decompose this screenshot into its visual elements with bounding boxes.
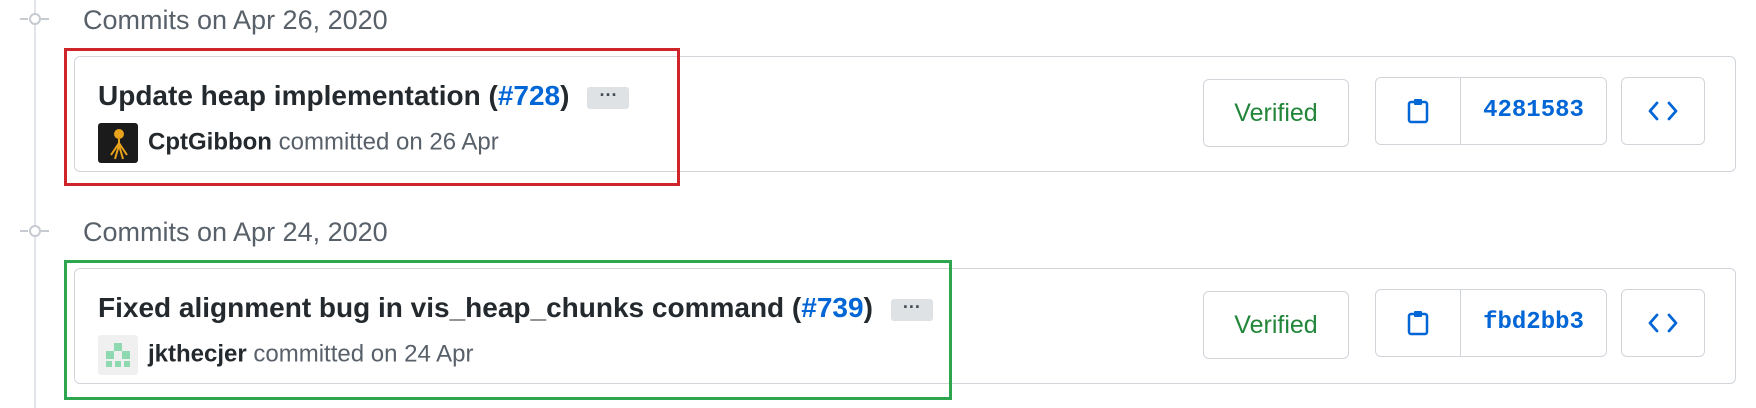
highlight-box-second-commit — [64, 260, 952, 400]
timeline-commit-icon — [20, 224, 50, 238]
sha-button-group: fbd2bb3 — [1375, 289, 1607, 357]
verified-badge[interactable]: Verified — [1203, 79, 1349, 147]
clipboard-icon — [1407, 311, 1429, 336]
verified-badge[interactable]: Verified — [1203, 291, 1349, 359]
browse-repo-button[interactable] — [1621, 289, 1705, 357]
highlight-box-first-commit — [64, 48, 680, 186]
date-heading: Commits on Apr 26, 2020 — [83, 5, 388, 35]
sha-button-group: 4281583 — [1375, 77, 1607, 145]
code-icon — [1648, 101, 1678, 121]
commit-sha-link[interactable]: 4281583 — [1461, 78, 1606, 144]
code-icon — [1648, 313, 1678, 333]
browse-repo-button[interactable] — [1621, 77, 1705, 145]
commit-sha-link[interactable]: fbd2bb3 — [1461, 290, 1606, 356]
copy-sha-button[interactable] — [1376, 78, 1461, 144]
copy-sha-button[interactable] — [1376, 290, 1461, 356]
timeline-commit-icon — [20, 12, 50, 26]
timeline-line — [34, 0, 36, 408]
clipboard-icon — [1407, 99, 1429, 124]
date-heading: Commits on Apr 24, 2020 — [83, 217, 388, 247]
